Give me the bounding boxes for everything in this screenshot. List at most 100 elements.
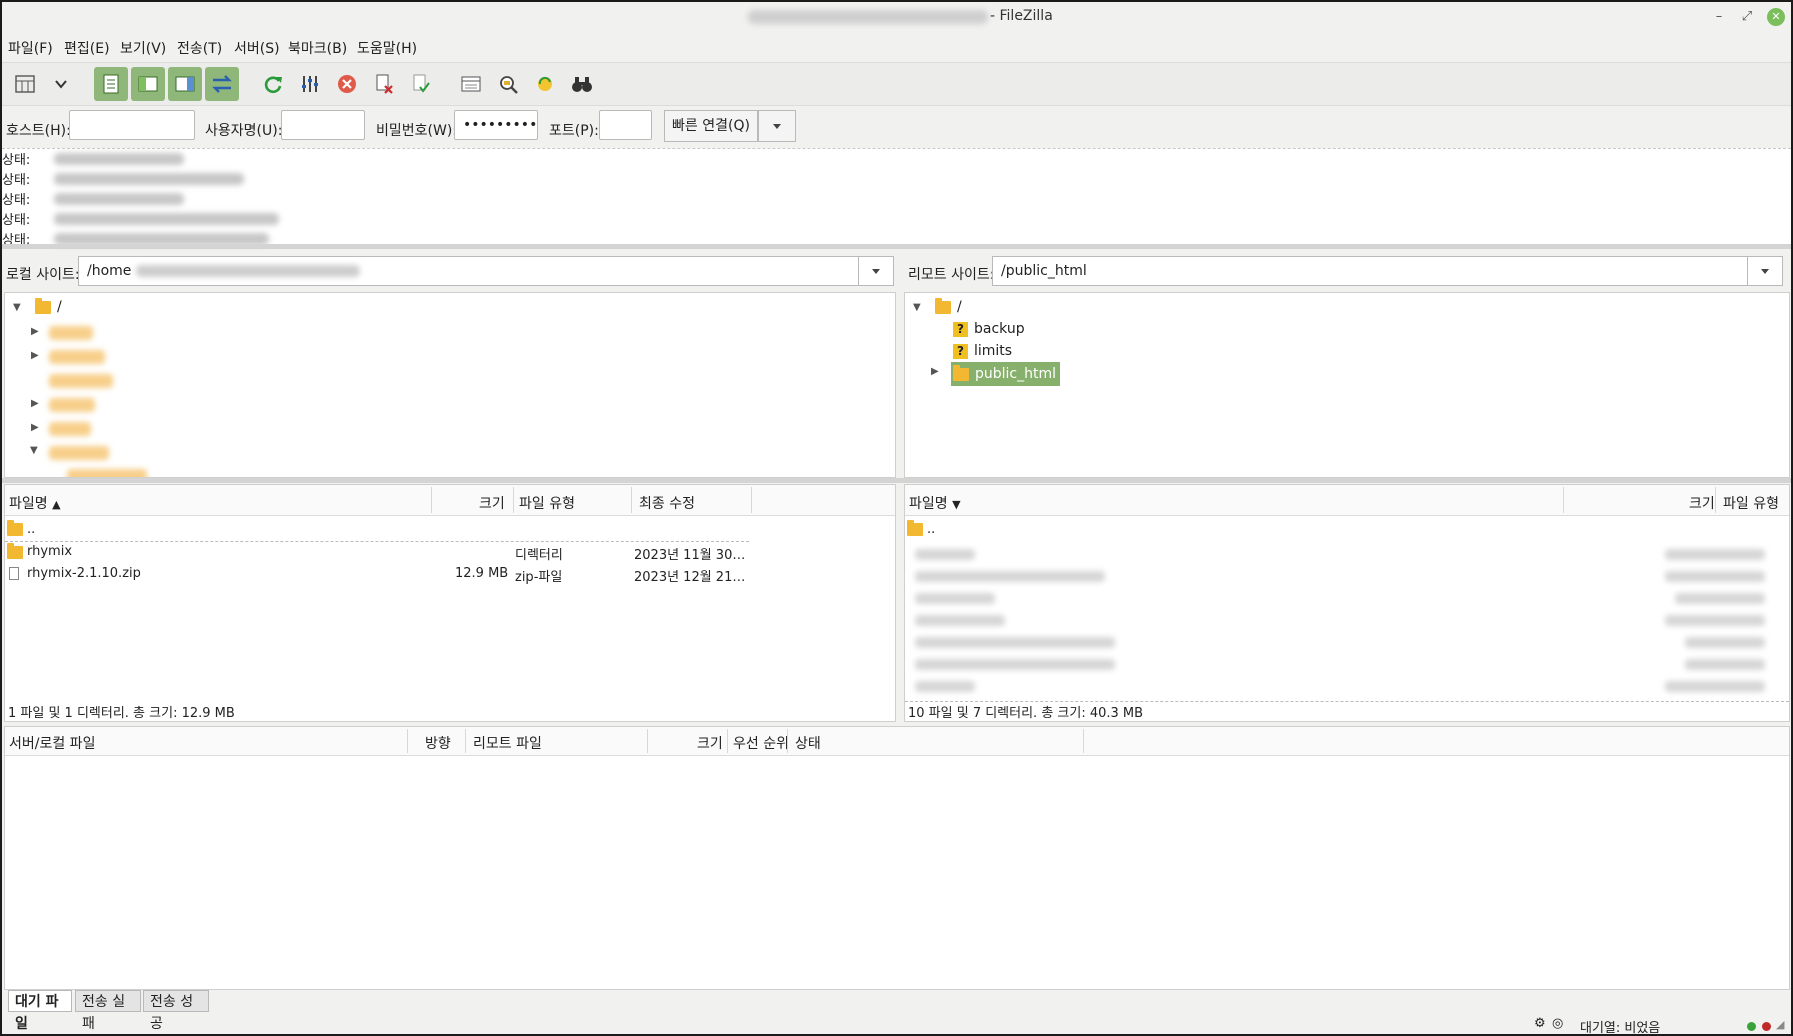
collapsed-arrow-icon[interactable]: ▶	[31, 398, 39, 409]
process-queue-icon[interactable]	[293, 67, 327, 101]
tree-node-public-html[interactable]: public_html	[951, 362, 1061, 386]
tree-node-root[interactable]: ▼ /	[913, 297, 962, 317]
close-icon[interactable]: ✕	[1767, 8, 1785, 26]
menu-server[interactable]: 서버(S)	[234, 38, 280, 58]
collapsed-arrow-icon[interactable]: ▶	[931, 366, 939, 377]
local-path-dropdown[interactable]	[858, 257, 893, 285]
remote-tree[interactable]: ▼ / ? backup ? limits ▶ public_html	[904, 292, 1790, 478]
minimize-icon[interactable]: –	[1710, 8, 1728, 26]
list-item-rhymix[interactable]: rhymix 디렉터리 2023년 11월 30…	[5, 541, 895, 563]
tree-node-label: backup	[974, 321, 1025, 337]
blurred-list-item[interactable]	[915, 593, 995, 604]
local-summary: 1 파일 및 1 디렉터리. 총 크기: 12.9 MB	[8, 706, 235, 721]
blurred-list-item[interactable]	[915, 681, 975, 692]
list-item-rhymix-zip[interactable]: rhymix-2.1.10.zip 12.9 MB zip-파일 2023년 1…	[5, 563, 895, 585]
menu-view[interactable]: 보기(V)	[120, 38, 166, 58]
blurred-list-item[interactable]	[915, 659, 1115, 670]
column-size[interactable]: 크기	[697, 733, 723, 753]
quickconnect-history-button[interactable]	[758, 110, 796, 142]
remote-path-dropdown[interactable]	[1747, 257, 1782, 285]
expanded-arrow-icon[interactable]: ▼	[13, 302, 35, 313]
column-filetype[interactable]: 파일 유형	[519, 493, 575, 513]
column-modified[interactable]: 최종 수정	[639, 493, 695, 513]
tree-node-backup[interactable]: ? backup	[953, 319, 1025, 339]
column-size[interactable]: 크기	[479, 493, 505, 513]
blurred-tree-item[interactable]	[49, 374, 113, 388]
synchronized-browsing-icon[interactable]	[528, 67, 562, 101]
folder-icon	[935, 297, 951, 314]
collapsed-arrow-icon[interactable]: ▶	[31, 326, 39, 337]
disconnect-icon[interactable]	[367, 67, 401, 101]
refresh-icon[interactable]	[256, 67, 290, 101]
blurred-list-item[interactable]	[915, 615, 1005, 626]
username-input[interactable]	[281, 110, 365, 140]
toggle-local-tree-icon[interactable]	[131, 67, 165, 101]
speed-limit-icon[interactable]: ◎	[1552, 1016, 1563, 1031]
local-path-input[interactable]: /home	[78, 256, 894, 286]
site-manager-icon[interactable]	[8, 67, 42, 101]
reconnect-icon[interactable]	[404, 67, 438, 101]
menu-transfer[interactable]: 전송(T)	[177, 38, 222, 58]
local-file-list[interactable]: 파일명 ▲ 크기 파일 유형 최종 수정 .. rhymix 디렉터리 2023…	[4, 484, 896, 722]
tree-node-label: limits	[974, 343, 1013, 359]
blurred-tree-item[interactable]	[49, 422, 91, 436]
cancel-icon[interactable]	[330, 67, 364, 101]
chevron-down-icon[interactable]	[44, 67, 78, 101]
menu-file[interactable]: 파일(F)	[8, 38, 53, 58]
blurred-tree-item[interactable]	[49, 326, 93, 340]
collapsed-arrow-icon[interactable]: ▶	[31, 422, 39, 433]
tab-successful-transfers[interactable]: 전송 성공	[143, 990, 209, 1032]
transfer-queue[interactable]: 서버/로컬 파일 방향 리모트 파일 크기 우선 순위 상태	[4, 726, 1790, 990]
column-status[interactable]: 상태	[795, 733, 821, 753]
blurred-tree-item[interactable]	[49, 446, 109, 460]
toggle-remote-tree-icon[interactable]	[168, 67, 202, 101]
column-filetype[interactable]: 파일 유형	[1723, 493, 1779, 513]
remote-file-list[interactable]: 파일명 ▼ 크기 파일 유형 ..	[904, 484, 1790, 722]
menu-edit[interactable]: 편집(E)	[64, 38, 110, 58]
column-filename[interactable]: 파일명 ▲	[9, 493, 61, 513]
blurred-tree-item[interactable]	[49, 398, 95, 412]
menu-help[interactable]: 도움말(H)	[357, 38, 417, 58]
quickconnect-button[interactable]: 빠른 연결(Q)	[664, 110, 758, 142]
blurred-list-item[interactable]	[915, 549, 975, 560]
column-direction[interactable]: 방향	[425, 733, 451, 753]
remote-path-text: /public_html	[1001, 263, 1087, 279]
directory-listing-filters-icon[interactable]	[454, 67, 488, 101]
toggle-queue-icon[interactable]	[205, 67, 239, 101]
password-input[interactable]: •••••••••	[454, 110, 538, 140]
blurred-list-item[interactable]	[915, 637, 1115, 648]
splitter[interactable]	[2, 478, 1791, 483]
splitter[interactable]	[2, 244, 1791, 249]
tab-failed-transfers[interactable]: 전송 실패	[75, 990, 141, 1032]
column-filename[interactable]: 파일명 ▼	[909, 493, 961, 513]
column-remote-file[interactable]: 리모트 파일	[473, 733, 542, 753]
expanded-arrow-icon[interactable]: ▼	[30, 445, 38, 456]
host-input[interactable]	[69, 110, 195, 140]
menu-bookmarks[interactable]: 북마크(B)	[288, 38, 347, 58]
remote-path-input[interactable]: /public_html	[992, 256, 1783, 286]
list-item-parent[interactable]: ..	[905, 519, 1789, 541]
file-icon	[9, 567, 19, 580]
maximize-icon[interactable]: ⤢	[1738, 8, 1756, 26]
expanded-arrow-icon[interactable]: ▼	[913, 302, 935, 313]
column-priority[interactable]: 우선 순위	[733, 733, 789, 753]
list-item-parent[interactable]: ..	[5, 519, 749, 542]
toggle-log-icon[interactable]	[94, 67, 128, 101]
local-tree[interactable]: ▼ / ▶ ▶ ▶ ▶ ▼	[4, 292, 896, 478]
resize-grip-icon[interactable]: ◢	[1776, 1018, 1784, 1031]
column-server-local-file[interactable]: 서버/로컬 파일	[9, 733, 95, 753]
blurred-tree-item[interactable]	[67, 469, 147, 477]
tree-node-root[interactable]: ▼ /	[13, 297, 62, 317]
blurred-list-item[interactable]	[915, 571, 1105, 582]
binoculars-icon[interactable]	[565, 67, 599, 101]
tab-queued-files[interactable]: 대기 파일	[8, 990, 72, 1032]
tree-node-limits[interactable]: ? limits	[953, 341, 1012, 361]
blurred-title-text	[748, 10, 988, 24]
port-input[interactable]	[599, 110, 652, 140]
compare-directories-icon[interactable]	[491, 67, 525, 101]
column-size[interactable]: 크기	[1689, 493, 1715, 513]
unknown-folder-icon: ?	[953, 321, 968, 337]
blurred-tree-item[interactable]	[49, 350, 105, 364]
collapsed-arrow-icon[interactable]: ▶	[31, 350, 39, 361]
gear-icon[interactable]: ⚙	[1534, 1016, 1546, 1031]
